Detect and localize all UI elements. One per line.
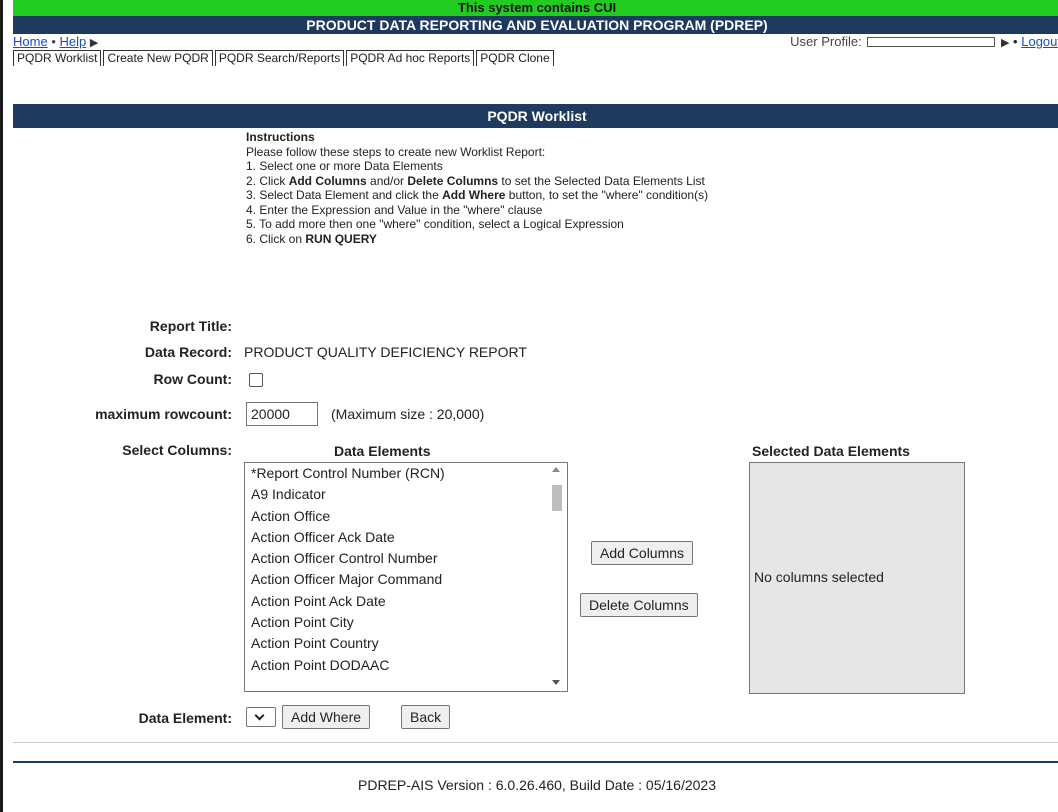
page-frame: This system contains CUI PRODUCT DATA RE… <box>0 0 1058 812</box>
step6-text: 6. Click on <box>246 231 306 246</box>
footer-version: PDREP-AIS Version : 6.0.26.460, Build Da… <box>358 777 716 793</box>
instruction-step-3: 3. Select Data Element and click the Add… <box>246 188 708 203</box>
help-arrow-icon[interactable]: ▶ <box>90 37 98 49</box>
nav-separator: • <box>1013 34 1018 49</box>
step3-add-where: Add Where <box>442 188 506 202</box>
report-title-label: Report Title: <box>149 318 232 334</box>
user-profile-area: User Profile: ▶ • Logout <box>790 34 1058 51</box>
footer-divider <box>13 761 1058 763</box>
tab-pqdr-worklist[interactable]: PQDR Worklist <box>13 50 102 66</box>
step2-add-columns: Add Columns <box>288 173 367 188</box>
data-element-option[interactable]: Action Officer Ack Date <box>245 527 567 548</box>
tab-create-new-pqdr[interactable]: Create New PQDR <box>103 50 213 66</box>
instruction-step-5: 5. To add more then one "where" conditio… <box>246 217 624 231</box>
data-element-option[interactable]: Action Office <box>245 506 567 527</box>
logout-link[interactable]: Logout <box>1021 34 1058 49</box>
back-button[interactable]: Back <box>401 705 451 729</box>
row-count-label: Row Count: <box>153 371 232 387</box>
scroll-down-arrow-icon[interactable] <box>552 680 560 685</box>
divider <box>13 742 1058 743</box>
instruction-step-4: 4. Enter the Expression and Value in the… <box>246 202 543 217</box>
data-element-label: Data Element: <box>138 710 232 726</box>
help-link[interactable]: Help <box>60 34 87 49</box>
data-elements-listbox[interactable]: *Report Control Number (RCN) A9 Indicator… <box>244 462 568 692</box>
data-element-option[interactable]: Action Officer Major Command <box>245 569 567 590</box>
step6-run-query: RUN QUERY <box>305 231 377 246</box>
top-nav: Home • Help ▶ User Profile: ▶ • Logout <box>13 34 1058 50</box>
tab-pqdr-clone[interactable]: PQDR Clone <box>476 50 554 66</box>
data-element-select[interactable] <box>246 707 276 727</box>
step2-text: to set the Selected Data Elements List <box>498 173 705 188</box>
no-columns-message: No columns selected <box>754 569 884 585</box>
scroll-thumb[interactable] <box>552 485 562 511</box>
data-elements-options: *Report Control Number (RCN) A9 Indicator… <box>245 463 567 676</box>
instruction-step-2: 2. Click Add Columns and/or Delete Colum… <box>246 174 708 189</box>
max-rowcount-input[interactable] <box>246 402 318 426</box>
nav-links: Home • Help ▶ <box>13 34 98 51</box>
selected-data-elements-heading: Selected Data Elements <box>752 443 910 459</box>
nav-separator: • <box>51 34 56 49</box>
data-element-option[interactable]: A9 Indicator <box>245 484 567 505</box>
instruction-step-6: 6. Click on RUN QUERY <box>246 232 708 247</box>
data-record-value: PRODUCT QUALITY DEFICIENCY REPORT <box>244 344 527 360</box>
app-title: PRODUCT DATA REPORTING AND EVALUATION PR… <box>13 16 1058 34</box>
data-elements-heading: Data Elements <box>334 443 431 459</box>
instructions-heading: Instructions <box>246 130 315 144</box>
instructions-intro: Please follow these steps to create new … <box>246 144 546 159</box>
section-header: PQDR Worklist <box>13 104 1058 128</box>
tab-pqdr-adhoc-reports[interactable]: PQDR Ad hoc Reports <box>346 50 475 66</box>
chevron-down-icon <box>254 710 265 721</box>
step2-delete-columns: Delete Columns <box>407 173 499 188</box>
add-columns-button[interactable]: Add Columns <box>591 541 694 565</box>
step2-text: 2. Click <box>246 173 289 188</box>
instruction-step-1: 1. Select one or more Data Elements <box>246 159 443 173</box>
select-columns-label: Select Columns: <box>122 442 232 458</box>
data-element-option[interactable]: Action Point DODAAC <box>245 655 567 676</box>
data-element-option[interactable]: *Report Control Number (RCN) <box>245 463 567 484</box>
home-link[interactable]: Home <box>13 34 48 49</box>
instructions: Instructions Please follow these steps t… <box>246 130 708 246</box>
max-rowcount-label: maximum rowcount: <box>95 406 232 422</box>
data-element-option[interactable]: Action Point Ack Date <box>245 591 567 612</box>
tab-bar: PQDR Worklist Create New PQDR PQDR Searc… <box>13 50 556 66</box>
add-where-button[interactable]: Add Where <box>282 705 371 729</box>
step3-text: 3. Select Data Element and click the <box>246 188 443 202</box>
user-profile-label: User Profile: <box>790 34 862 49</box>
cui-banner: This system contains CUI <box>13 0 1058 16</box>
row-count-checkbox[interactable] <box>249 373 263 387</box>
data-element-option[interactable]: Action Point Country <box>245 633 567 654</box>
step2-text: and/or <box>366 173 408 188</box>
profile-arrow-icon[interactable]: ▶ <box>1001 37 1009 49</box>
selected-data-elements-box[interactable]: No columns selected <box>749 462 965 694</box>
max-size-note: (Maximum size : 20,000) <box>331 406 485 422</box>
step3-text: button, to set the "where" condition(s) <box>505 188 709 202</box>
listbox-scrollbar[interactable] <box>547 463 567 691</box>
scroll-up-arrow-icon[interactable] <box>552 467 560 472</box>
tab-pqdr-search-reports[interactable]: PQDR Search/Reports <box>214 50 345 66</box>
data-record-label: Data Record: <box>144 344 232 360</box>
user-profile-select[interactable] <box>867 36 996 47</box>
data-element-option[interactable]: Action Officer Control Number <box>245 548 567 569</box>
data-element-option[interactable]: Action Point City <box>245 612 567 633</box>
delete-columns-button[interactable]: Delete Columns <box>580 593 698 617</box>
